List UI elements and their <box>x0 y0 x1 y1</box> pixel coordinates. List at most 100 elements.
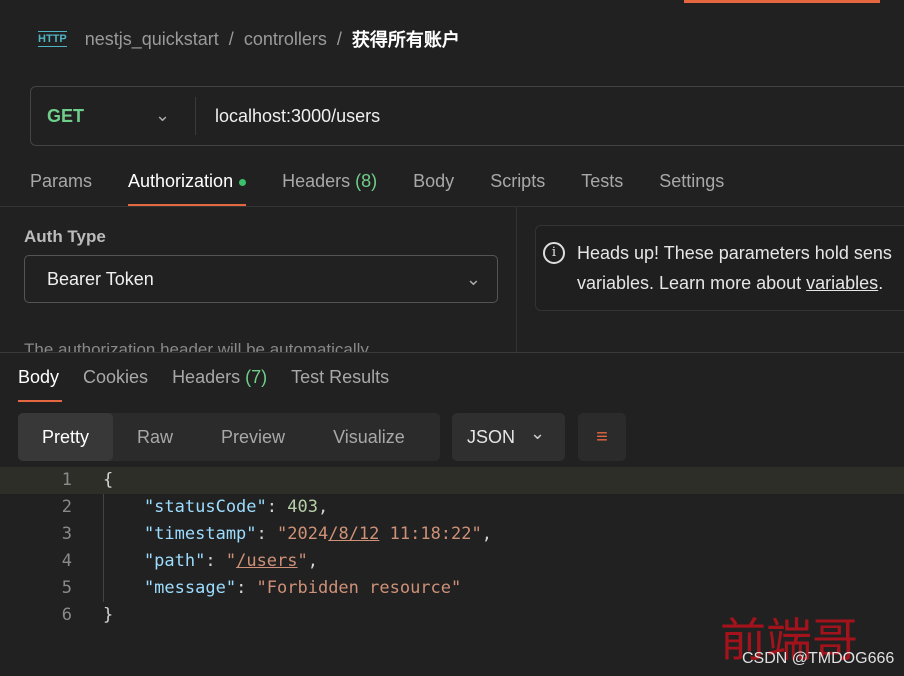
tab-label: Body <box>413 171 455 191</box>
info-text-prefix: variables. Learn more about <box>577 273 807 293</box>
code-token: , <box>317 497 329 517</box>
auth-type-label: Auth Type <box>24 227 106 246</box>
code-text: "message": "Forbidden resource" <box>103 575 461 602</box>
variables-link[interactable]: variables <box>806 273 878 293</box>
breadcrumb-collection[interactable]: nestjs_quickstart <box>85 29 219 50</box>
tab-test-results[interactable]: Test Results <box>291 367 389 402</box>
chevron-down-icon[interactable]: ⌄ <box>155 105 170 126</box>
code-text: } <box>103 602 113 629</box>
tab-headers[interactable]: Headers (8) <box>282 171 377 206</box>
code-token: /8/12 <box>328 524 380 544</box>
code-line: 2 "statusCode": 403, <box>0 494 904 521</box>
info-text: Heads up! These parameters hold sens <box>577 243 892 263</box>
view-mode-toggle: Pretty Raw Preview Visualize <box>18 413 440 461</box>
code-token: { <box>103 470 114 490</box>
info-icon: i <box>543 242 565 264</box>
code-text: "path": "/users", <box>103 548 318 575</box>
status-dot <box>239 178 247 186</box>
tab-tests[interactable]: Tests <box>581 171 623 206</box>
code-token: "Forbidden resource" <box>256 578 462 598</box>
active-tab-indicator <box>684 0 880 3</box>
view-raw[interactable]: Raw <box>113 413 197 461</box>
chevron-down-icon: ⌄ <box>530 423 546 443</box>
tab-label: Tests <box>581 171 624 191</box>
divider <box>195 97 196 135</box>
tab-label: Test Results <box>291 367 390 387</box>
tab-scripts[interactable]: Scripts <box>490 171 545 206</box>
view-pretty[interactable]: Pretty <box>18 413 114 461</box>
tab-params[interactable]: Params <box>30 171 92 206</box>
code-text: "timestamp": "2024/8/12 11:18:22", <box>103 521 492 548</box>
auth-type-select[interactable]: Bearer Token ⌄ <box>24 255 498 303</box>
line-number: 6 <box>61 605 72 625</box>
code-token: "message" <box>103 578 237 598</box>
code-text: { <box>103 467 113 494</box>
tab-authorization[interactable]: Authorization <box>128 171 247 206</box>
code-line: 3 "timestamp": "2024/8/12 11:18:22", <box>0 521 904 548</box>
breadcrumb-separator: / <box>336 28 342 49</box>
info-banner: i Heads up! These parameters hold sens v… <box>535 225 904 311</box>
request-name[interactable]: 获得所有账户 <box>352 26 460 52</box>
code-token: 403 <box>287 497 318 517</box>
tab-label: Params <box>30 171 93 191</box>
method-select[interactable]: GET <box>47 106 84 127</box>
tab-response-body[interactable]: Body <box>18 367 63 402</box>
code-token: "timestamp" <box>103 524 257 544</box>
line-number: 4 <box>61 551 72 571</box>
tab-settings[interactable]: Settings <box>659 171 724 206</box>
code-token: 11:18:22" <box>379 524 482 544</box>
format-select[interactable]: JSON ⌄ <box>452 413 565 461</box>
code-token: : <box>236 578 257 598</box>
view-visualize[interactable]: Visualize <box>309 413 429 461</box>
divider <box>0 206 904 207</box>
wrap-lines-icon[interactable]: ≡ <box>578 413 626 461</box>
code-line: 5 "message": "Forbidden resource" <box>0 575 904 602</box>
tab-count: (7) <box>245 367 268 387</box>
request-tabs: Params Authorization Headers (8) Body Sc… <box>30 171 760 206</box>
tab-label: Settings <box>659 171 725 191</box>
divider <box>516 207 517 352</box>
code-token: , <box>481 524 492 544</box>
view-preview[interactable]: Preview <box>197 413 309 461</box>
tab-response-headers[interactable]: Headers (7) <box>172 367 267 402</box>
tab-label: Authorization <box>128 171 234 191</box>
watermark-credit: CSDN @TMDOG666 <box>742 650 895 667</box>
code-token: "path" <box>103 551 206 571</box>
tab-label: Headers <box>172 367 241 387</box>
breadcrumb-separator: / <box>228 28 234 49</box>
line-number: 1 <box>61 470 72 490</box>
url-bar: GET ⌄ localhost:3000/users <box>30 86 904 146</box>
code-text: "statusCode": 403, <box>103 494 328 521</box>
code-token: : <box>256 524 278 544</box>
auth-type-value: Bearer Token <box>47 269 154 289</box>
info-text-suffix: . <box>878 273 884 293</box>
response-tabs: Body Cookies Headers (7) Test Results <box>18 367 413 402</box>
http-icon: HTTP <box>38 31 67 47</box>
tab-label: Scripts <box>490 171 546 191</box>
code-token: "2024 <box>277 524 329 544</box>
auth-description: The authorization header will be automat… <box>24 340 369 352</box>
tab-label: Body <box>18 367 60 387</box>
line-number: 2 <box>61 497 72 517</box>
code-line: 1{ <box>0 467 904 494</box>
line-number: 5 <box>61 578 72 598</box>
url-input[interactable]: localhost:3000/users <box>215 106 380 127</box>
code-token: } <box>103 605 114 625</box>
code-token: /users <box>236 551 298 571</box>
code-token: " <box>225 551 237 571</box>
tab-label: Cookies <box>83 367 149 387</box>
chevron-down-icon: ⌄ <box>465 269 481 289</box>
info-text: variables. Learn more about variables. <box>577 273 883 294</box>
code-token: "statusCode" <box>103 497 267 517</box>
code-line: 4 "path": "/users", <box>0 548 904 575</box>
code-token: : <box>266 497 288 517</box>
tab-cookies[interactable]: Cookies <box>83 367 148 402</box>
breadcrumb-folder[interactable]: controllers <box>244 29 327 50</box>
tab-count: (8) <box>355 171 378 191</box>
tab-label: Headers <box>282 171 351 191</box>
breadcrumb: HTTP nestjs_quickstart / controllers / 获… <box>38 26 460 52</box>
code-token: , <box>307 551 319 571</box>
format-value: JSON <box>467 427 516 447</box>
line-number: 3 <box>61 524 72 544</box>
tab-body[interactable]: Body <box>413 171 454 206</box>
